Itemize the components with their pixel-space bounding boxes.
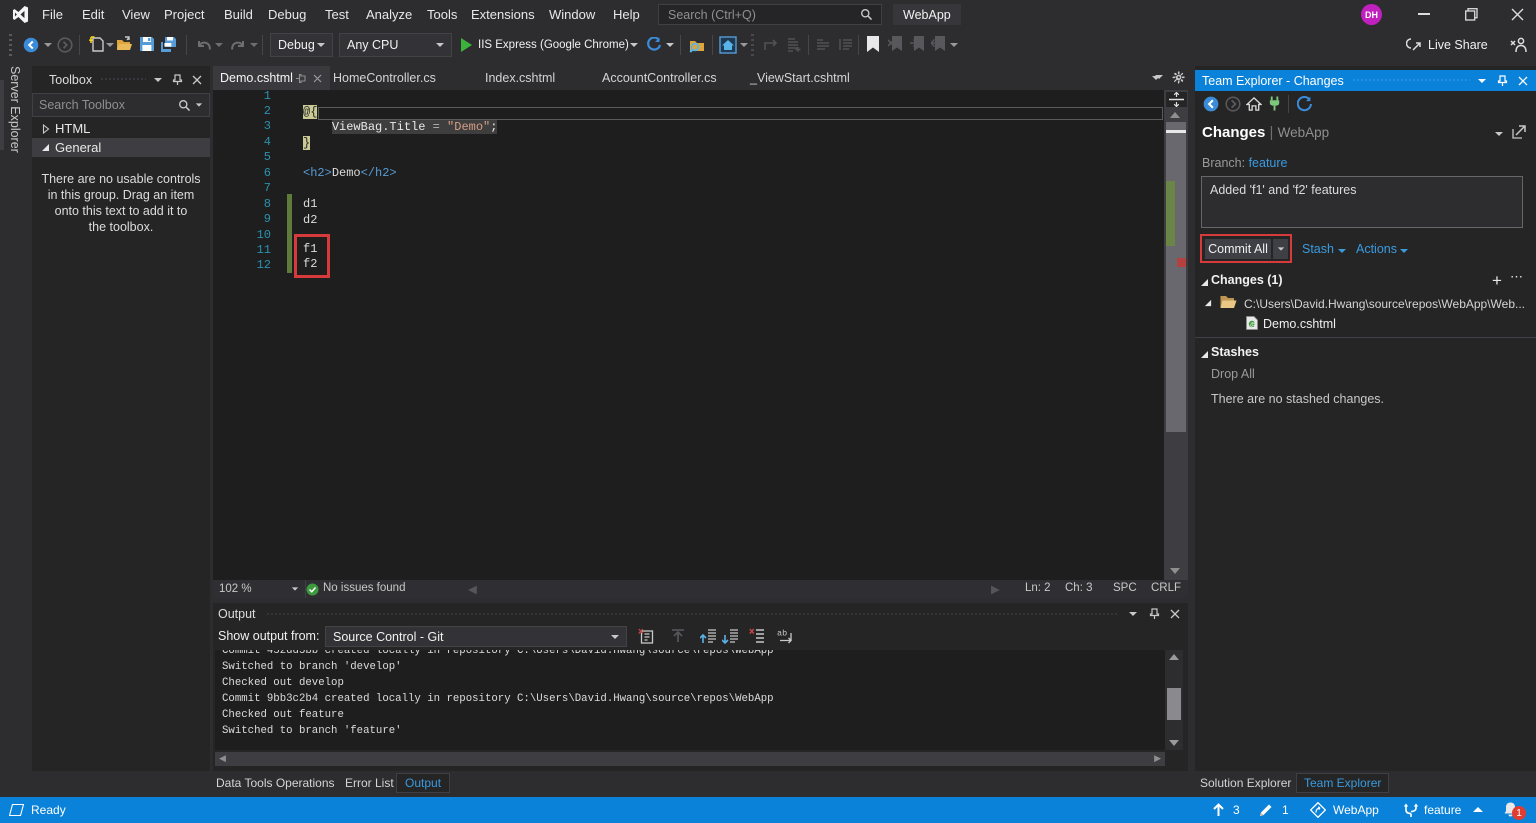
- svg-text:@: @: [1250, 322, 1257, 329]
- svg-text:ab: ab: [777, 629, 787, 639]
